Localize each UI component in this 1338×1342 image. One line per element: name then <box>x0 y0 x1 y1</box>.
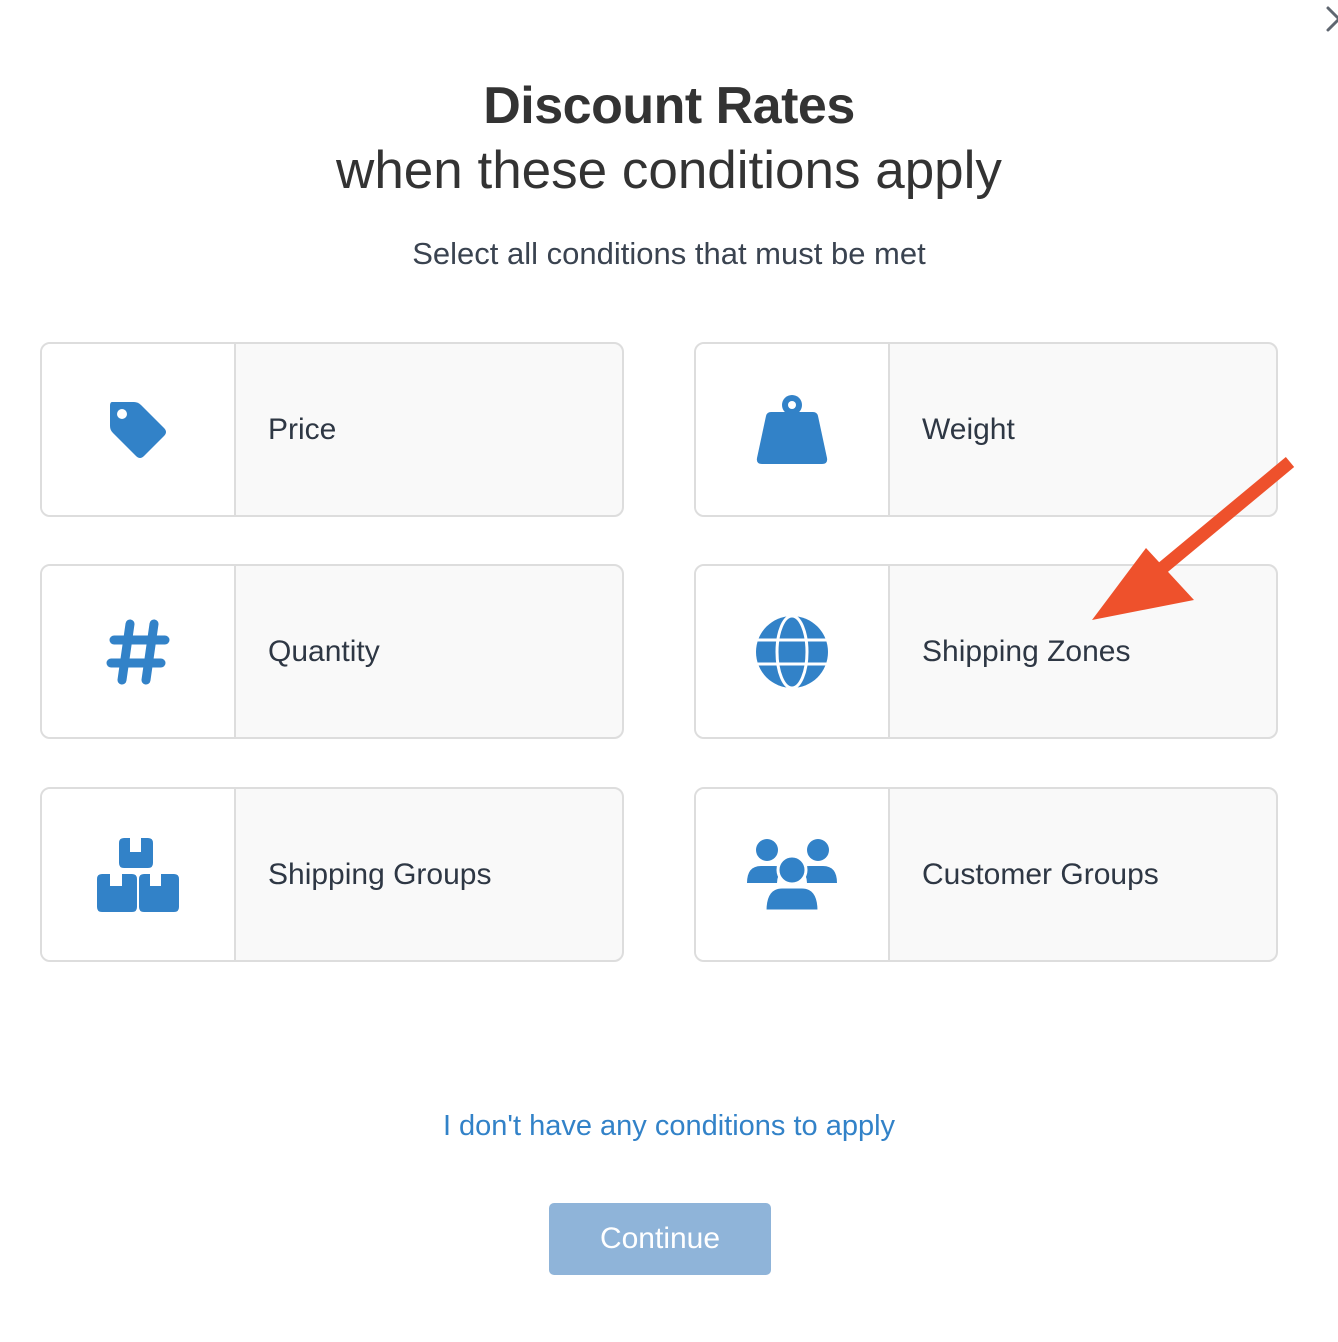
condition-icon-cell <box>42 789 236 960</box>
condition-label: Weight <box>922 412 1015 446</box>
users-icon <box>747 838 837 911</box>
condition-card-weight[interactable]: Weight <box>694 342 1278 517</box>
condition-label: Shipping Groups <box>268 857 492 891</box>
condition-icon-cell <box>696 344 890 515</box>
condition-card-shipping-groups[interactable]: Shipping Groups <box>40 787 624 962</box>
hashtag-icon <box>106 619 170 684</box>
condition-label: Price <box>268 412 337 446</box>
condition-card-shipping-zones[interactable]: Shipping Zones <box>694 564 1278 739</box>
condition-card-quantity[interactable]: Quantity <box>40 564 624 739</box>
condition-label: Quantity <box>268 634 380 668</box>
globe-icon <box>755 614 829 689</box>
page-title: Discount Rates <box>483 77 855 135</box>
tag-icon <box>110 401 166 458</box>
condition-icon-cell <box>696 789 890 960</box>
condition-label: Customer Groups <box>922 857 1159 891</box>
no-conditions-link[interactable]: I don't have any conditions to apply <box>0 1110 1338 1143</box>
boxes-icon <box>97 837 179 912</box>
weight-icon <box>756 394 828 464</box>
condition-icon-cell <box>42 566 236 737</box>
instruction-text: Select all conditions that must be met <box>412 236 926 271</box>
condition-icon-cell <box>696 566 890 737</box>
condition-card-price[interactable]: Price <box>40 342 624 517</box>
condition-card-customer-groups[interactable]: Customer Groups <box>694 787 1278 962</box>
condition-icon-cell <box>42 344 236 515</box>
condition-label: Shipping Zones <box>922 634 1131 668</box>
close-button[interactable] <box>1324 4 1338 34</box>
page-subtitle: when these conditions apply <box>336 141 1002 200</box>
continue-button[interactable]: Continue <box>549 1203 771 1275</box>
close-icon <box>1326 6 1338 32</box>
